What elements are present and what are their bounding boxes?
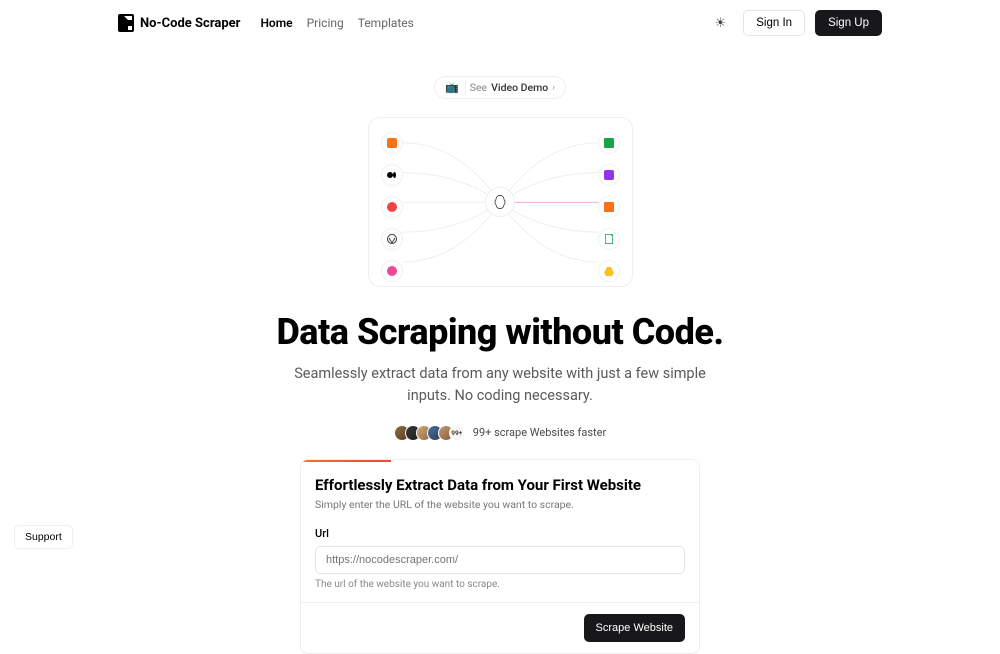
logo-icon: [118, 14, 134, 32]
video-demo-button[interactable]: 📺 See Video Demo ›: [434, 76, 566, 99]
ai-center-node: [485, 187, 515, 217]
hero-title: Data Scraping without Code.: [0, 311, 1000, 353]
chevron-right-icon: ›: [552, 83, 555, 93]
dribbble-icon: [381, 260, 403, 282]
header-left: No-Code Scraper Home Pricing Templates: [118, 14, 414, 32]
nav-home[interactable]: Home: [260, 16, 292, 30]
scrape-card: Effortlessly Extract Data from Your Firs…: [300, 459, 700, 654]
nav-pricing[interactable]: Pricing: [307, 16, 344, 30]
blogger-icon: [381, 132, 403, 154]
producthunt-icon: [381, 196, 403, 218]
scrape-button[interactable]: Scrape Website: [584, 614, 685, 642]
hero-subtitle: Seamlessly extract data from any website…: [290, 363, 710, 407]
sun-icon: ☀: [714, 15, 726, 31]
social-proof: 99+ 99+ scrape Websites faster: [394, 425, 606, 441]
pdf-icon: [598, 228, 620, 250]
video-see: See: [470, 81, 487, 94]
logo[interactable]: No-Code Scraper: [118, 14, 240, 32]
diagram-left-column: [381, 132, 403, 282]
video-icon: 📺: [445, 81, 466, 94]
logo-text: No-Code Scraper: [140, 16, 240, 31]
card-footer: Scrape Website: [301, 602, 699, 653]
wordpress-icon: [381, 228, 403, 250]
header-right: ☀ Sign In Sign Up: [707, 10, 882, 36]
card-title: Effortlessly Extract Data from Your Firs…: [315, 476, 685, 494]
main-nav: Home Pricing Templates: [260, 16, 413, 30]
medium-icon: [381, 164, 403, 186]
database-icon: [598, 164, 620, 186]
diagram-right-column: [598, 132, 620, 282]
header: No-Code Scraper Home Pricing Templates ☀…: [0, 0, 1000, 46]
card-body: Effortlessly Extract Data from Your Firs…: [301, 460, 699, 602]
avatar-more: 99+: [449, 425, 465, 441]
integration-diagram: [368, 117, 633, 287]
social-text: 99+ scrape Websites faster: [473, 426, 606, 439]
table-icon: [598, 196, 620, 218]
support-button[interactable]: Support: [14, 525, 73, 549]
sign-up-button[interactable]: Sign Up: [815, 10, 882, 36]
card-accent: [301, 460, 391, 462]
drive-icon: [598, 260, 620, 282]
nav-templates[interactable]: Templates: [358, 16, 414, 30]
avatar-stack: 99+: [394, 425, 465, 441]
main-content: 📺 See Video Demo ›: [0, 46, 1000, 654]
card-subtitle: Simply enter the URL of the website you …: [315, 498, 685, 511]
excel-icon: [598, 132, 620, 154]
theme-toggle[interactable]: ☀: [707, 10, 733, 36]
url-label: Url: [315, 527, 685, 540]
openai-icon: [492, 194, 508, 210]
video-label: Video Demo: [491, 81, 548, 94]
sign-in-button[interactable]: Sign In: [743, 10, 805, 36]
url-help: The url of the website you want to scrap…: [315, 579, 685, 590]
url-input[interactable]: [315, 546, 685, 574]
